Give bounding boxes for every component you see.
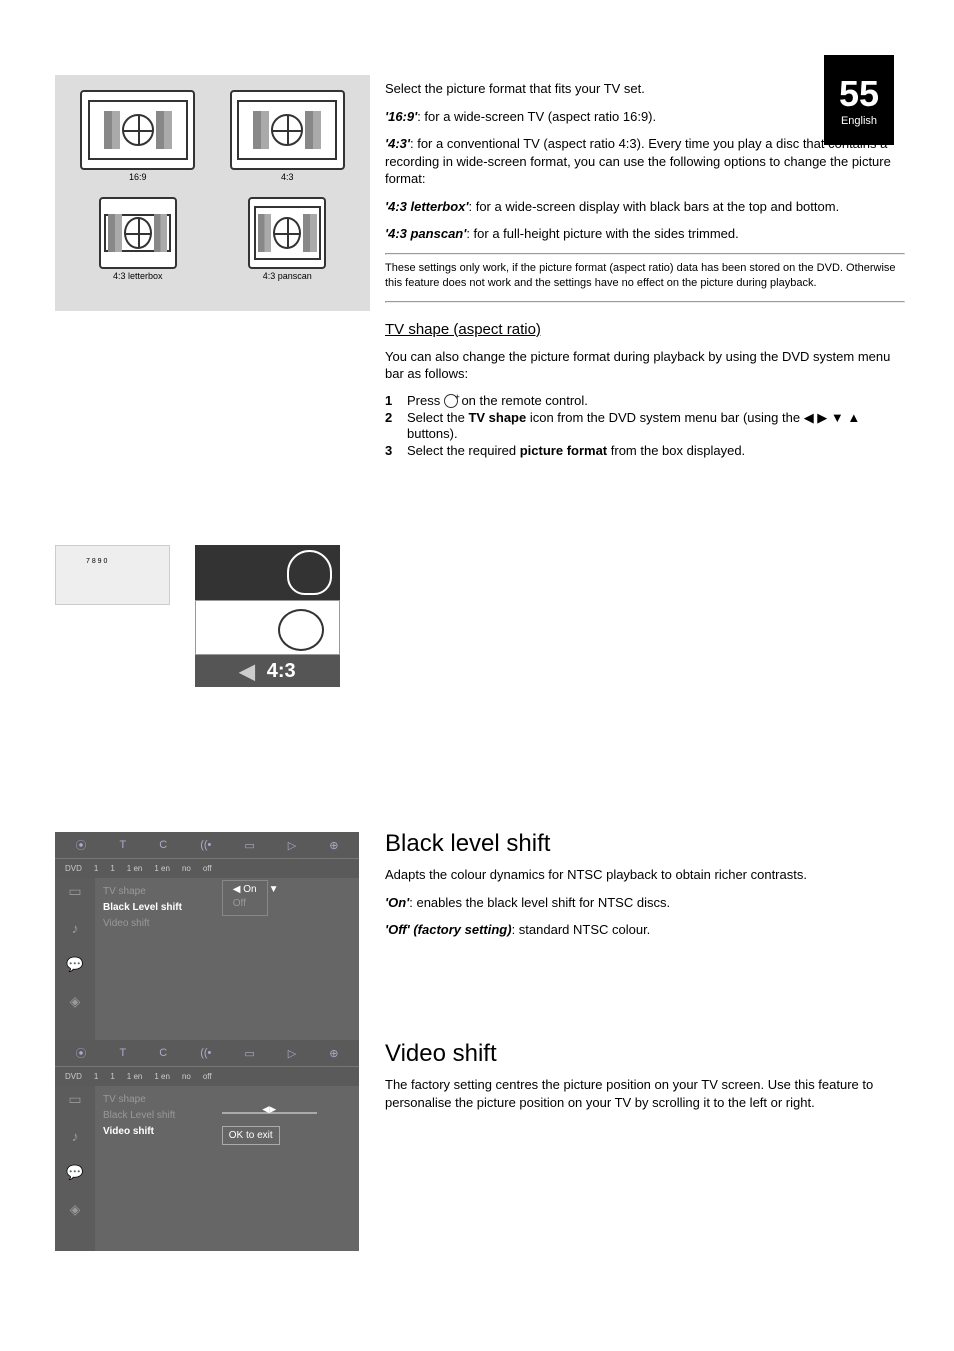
arrow-keys-icon: ◀ ▶ ▼ ▲ xyxy=(804,410,861,425)
menu-icon: ((• xyxy=(200,1047,211,1059)
tv-4-3-letterbox xyxy=(99,197,177,269)
video-shift-section: Video shift The factory setting centres … xyxy=(385,1040,905,1121)
remote-zoom-row: 4:3 xyxy=(55,545,370,687)
aspect-head: TV shape (aspect ratio) xyxy=(385,321,905,338)
tv-shape-diagram: 16:9 4:3 4:3 letterbox xyxy=(55,75,370,311)
video-shift-slider: OK to exit xyxy=(222,1108,317,1145)
menu-sidebar: ▭ ♪ 💬 ◈ xyxy=(55,1086,95,1251)
features-icon: ◈ xyxy=(70,993,81,1010)
dvd-label: DVD xyxy=(65,1072,82,1081)
menu-icon: T xyxy=(120,839,127,851)
menu-icon: ⦿ xyxy=(76,1045,87,1061)
tv-16-9 xyxy=(80,90,195,170)
menu-icon: ⊕ xyxy=(329,839,338,852)
menu-sidebar: ▭ ♪ 💬 ◈ xyxy=(55,878,95,1043)
picture-icon: ▭ xyxy=(68,1091,81,1108)
label-16-9: 16:9 xyxy=(80,172,195,182)
dvd-label: DVD xyxy=(65,864,82,873)
label-4-3-panscan: 4:3 panscan xyxy=(248,271,326,281)
intro-text: Select the picture format that fits your… xyxy=(385,80,905,98)
menu-icon: ((• xyxy=(200,839,211,851)
sound-icon: ♪ xyxy=(72,920,79,936)
menu-icon: ▭ xyxy=(244,839,254,852)
remote-control-img xyxy=(55,545,170,605)
menu-icon: ▭ xyxy=(244,1047,254,1060)
menu-video-shift: ⦿ T C ((• ▭ ▷ ⊕ DVD 1 1 1 en 1 en no off… xyxy=(55,1040,359,1251)
tv-4-3 xyxy=(230,90,345,170)
menu-icon: ⊕ xyxy=(329,1047,338,1060)
menu-option-selected: On xyxy=(233,884,257,895)
system-menu-icon xyxy=(444,394,458,408)
note: These settings only work, if the picture… xyxy=(385,261,905,291)
label-4-3-letterbox: 4:3 letterbox xyxy=(99,271,177,281)
tv-4-3-panscan xyxy=(248,197,326,269)
features-icon: ◈ xyxy=(70,1201,81,1218)
picture-icon: ▭ xyxy=(68,883,81,900)
aspect-value: 4:3 xyxy=(195,655,340,687)
main-text: Select the picture format that fits your… xyxy=(385,80,905,478)
video-shift-head: Video shift xyxy=(385,1040,905,1068)
menu-black-level-shift: ⦿ T C ((• ▭ ▷ ⊕ DVD 1 1 1 en 1 en no off… xyxy=(55,832,359,1043)
zoom-preview: 4:3 xyxy=(195,545,340,687)
menu-icon: ⦿ xyxy=(76,837,87,853)
menu-option: Off xyxy=(233,898,257,909)
black-level-head: Black level shift xyxy=(385,830,905,858)
menu-icon: C xyxy=(159,1047,167,1059)
menu-icon: ▷ xyxy=(288,1047,296,1060)
menu-item: TV shape xyxy=(103,1094,351,1105)
menu-icon: ▷ xyxy=(288,839,296,852)
menu-option-box: On Off xyxy=(222,880,268,916)
menu-item: Video shift xyxy=(103,918,351,929)
sound-icon: ♪ xyxy=(72,1128,79,1144)
menu-icon: T xyxy=(120,1047,127,1059)
menu-icon: C xyxy=(159,839,167,851)
subtitle-icon: 💬 xyxy=(66,1164,83,1181)
black-level-section: Black level shift Adapts the colour dyna… xyxy=(385,830,905,949)
subtitle-icon: 💬 xyxy=(66,956,83,973)
ok-to-exit: OK to exit xyxy=(222,1126,280,1145)
label-4-3: 4:3 xyxy=(230,172,345,182)
